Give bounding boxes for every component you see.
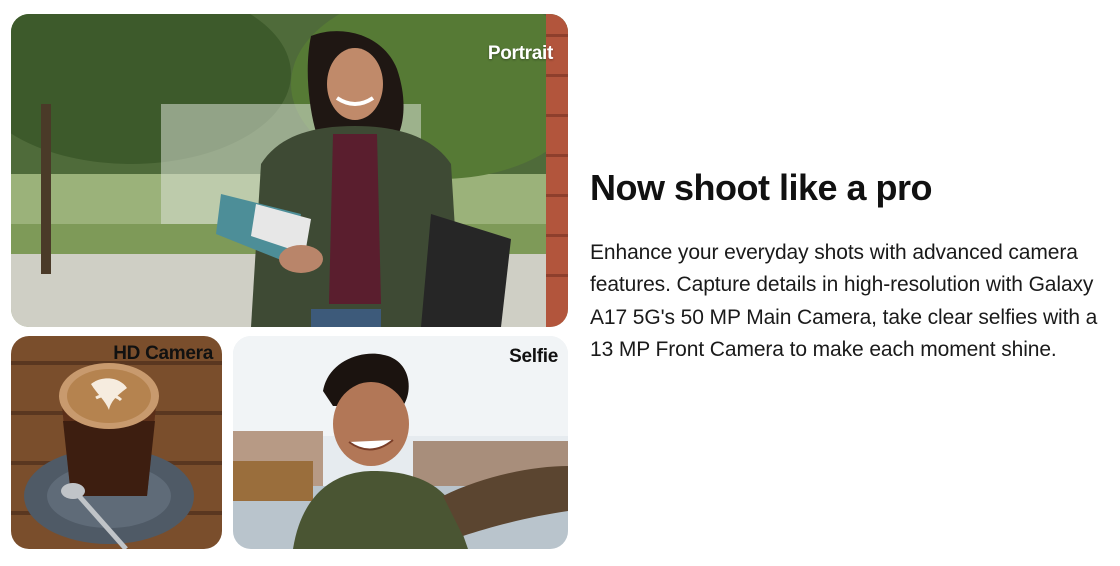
hd-camera-image (11, 336, 222, 549)
feature-headline: Now shoot like a pro (590, 167, 933, 208)
portrait-photo: Portrait (11, 14, 568, 327)
selfie-photo: Selfie (233, 336, 568, 549)
feature-copy: Now shoot like a pro Enhance your everyd… (590, 166, 1115, 366)
feature-description: Enhance your everyday shots with advance… (590, 241, 1098, 361)
selfie-label: Selfie (509, 346, 558, 367)
hd-camera-photo: HD Camera (11, 336, 222, 549)
hd-camera-label: HD Camera (113, 343, 213, 364)
portrait-image (11, 14, 568, 327)
portrait-label: Portrait (487, 43, 553, 64)
